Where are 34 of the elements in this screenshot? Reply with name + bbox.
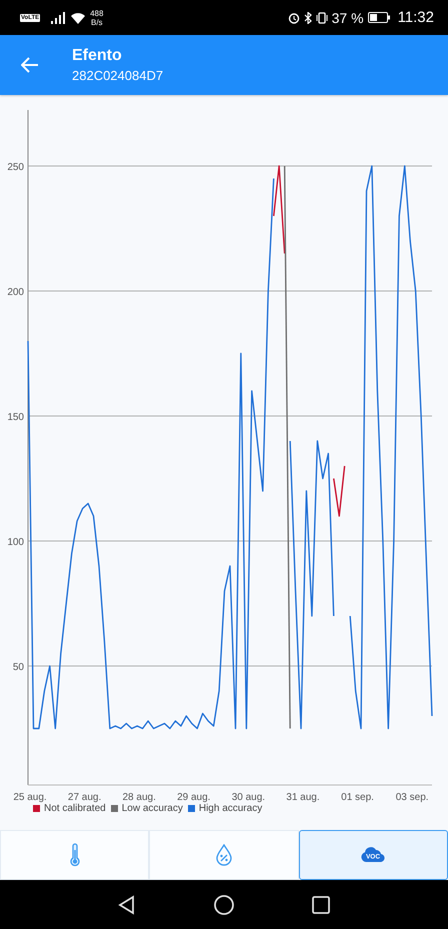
nav-back-icon[interactable]	[117, 894, 137, 914]
bluetooth-icon	[304, 12, 312, 24]
x-tick-label: 28 aug.	[122, 792, 156, 803]
battery-percent: 37 %	[332, 10, 364, 26]
x-tick-label: 27 aug.	[68, 792, 102, 803]
y-tick-label: 250	[7, 162, 24, 173]
device-id: 282C024084D7	[72, 68, 164, 83]
alarm-icon	[288, 12, 300, 24]
x-tick-label: 03 sep.	[396, 792, 429, 803]
x-tick-label: 29 aug.	[177, 792, 210, 803]
y-tick-label: 200	[7, 287, 24, 298]
x-tick-label: 25 aug.	[13, 792, 47, 803]
x-tick-label: 31 aug.	[286, 792, 320, 803]
vibrate-icon	[316, 12, 328, 24]
legend-label: Low accuracy	[122, 803, 183, 814]
speed-unit: B/s	[91, 18, 103, 26]
clock-time: 11:32	[398, 9, 434, 26]
legend-label: Not calibrated	[44, 803, 106, 814]
y-tick-label: 150	[7, 412, 24, 423]
y-tick-label: 100	[7, 537, 24, 548]
device-title: Efento	[72, 47, 123, 65]
y-tick-label: 50	[12, 662, 24, 673]
battery-icon	[368, 12, 390, 23]
nav-recents-icon[interactable]	[311, 894, 331, 914]
thermometer-icon	[68, 843, 81, 867]
x-tick-label: 01 sep.	[341, 792, 374, 803]
nav-home-icon[interactable]	[213, 894, 235, 916]
speed-value: 488	[90, 8, 104, 18]
signal-icon	[50, 12, 66, 24]
x-tick-label: 30 aug.	[232, 792, 266, 803]
humidity-drop-icon	[214, 844, 233, 866]
wifi-icon	[70, 12, 86, 24]
legend-label: High accuracy	[198, 803, 262, 814]
back-arrow-icon	[21, 57, 39, 73]
